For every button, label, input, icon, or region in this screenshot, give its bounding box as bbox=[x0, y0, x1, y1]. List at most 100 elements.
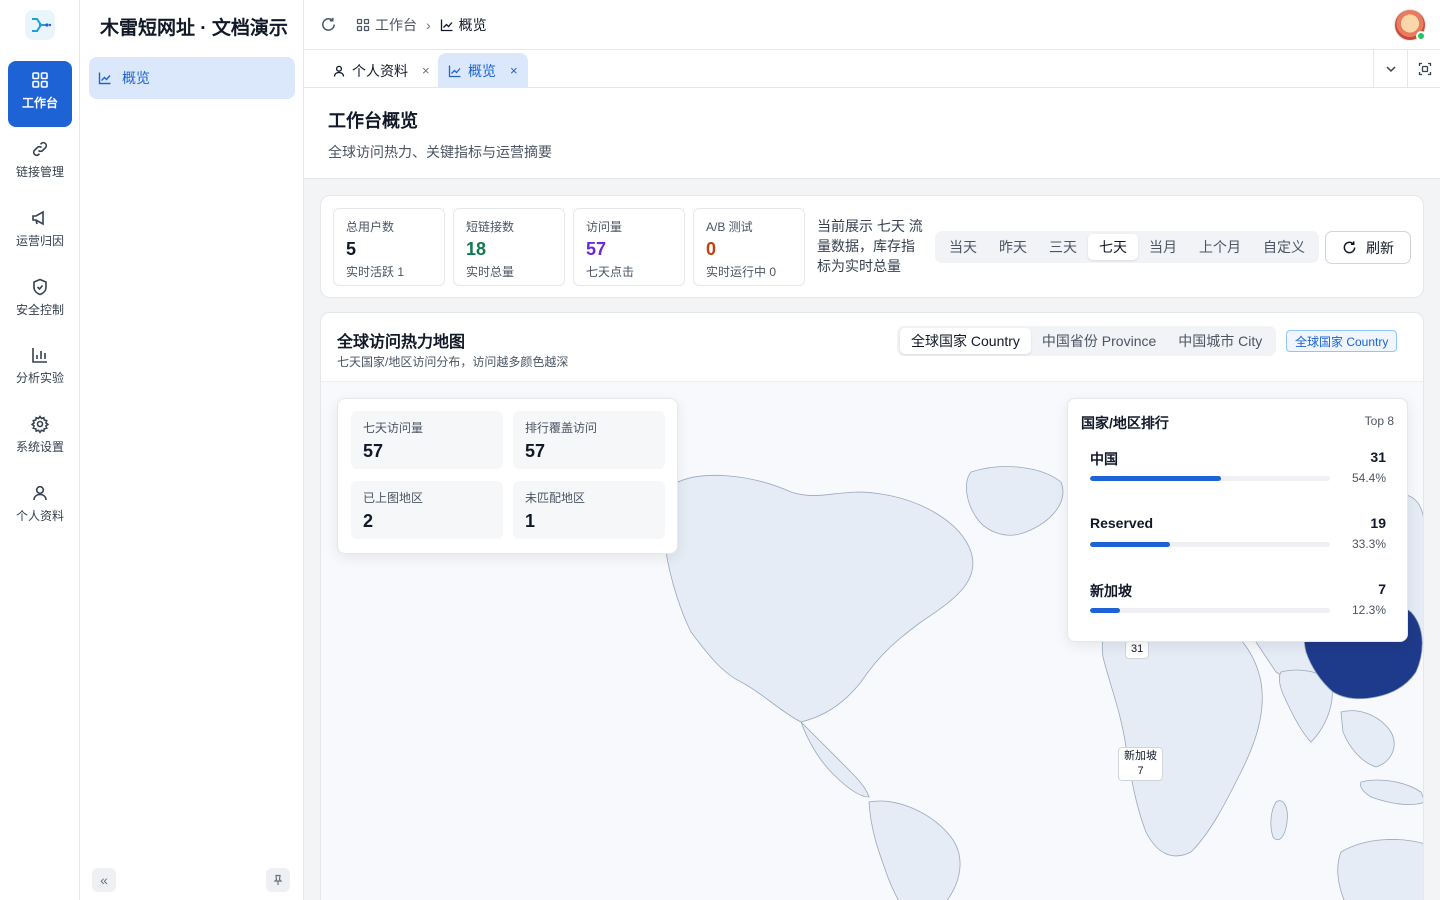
range-option[interactable]: 当月 bbox=[1138, 234, 1188, 260]
rail-item-security[interactable]: 安全控制 bbox=[8, 268, 72, 334]
overview-label: 七天访问量 bbox=[363, 421, 424, 435]
ranking-bar bbox=[1090, 476, 1330, 481]
ranking-count: 7 bbox=[1378, 581, 1386, 597]
rail-item-workbench[interactable]: 工作台 bbox=[8, 61, 72, 127]
madagascar-landmass bbox=[1270, 800, 1288, 841]
shield-icon bbox=[33, 278, 47, 296]
breadcrumb-item[interactable]: 工作台 bbox=[375, 15, 417, 35]
heatmap-card: 全球访问热力地图 七天国家/地区访问分布，访问越多颜色越深 全球国家 Count… bbox=[320, 312, 1424, 900]
sidebar-item-label: 概览 bbox=[122, 70, 150, 86]
range-option[interactable]: 上个月 bbox=[1188, 234, 1252, 260]
range-option[interactable]: 七天 bbox=[1088, 234, 1138, 260]
ranking-row[interactable]: 中国 31 54.4% bbox=[1090, 449, 1386, 509]
megaphone-icon bbox=[32, 210, 44, 226]
greenland-landmass bbox=[966, 466, 1064, 536]
refresh-button[interactable]: 刷新 bbox=[1325, 231, 1411, 264]
rail-item-settings[interactable]: 系统设置 bbox=[8, 405, 72, 471]
ranking-percent: 33.3% bbox=[1351, 537, 1386, 551]
reload-icon[interactable] bbox=[320, 16, 337, 33]
pin-sidebar-button[interactable] bbox=[266, 868, 290, 892]
scope-option[interactable]: 全球国家 Country bbox=[900, 328, 1031, 354]
page-subtitle: 全球访问热力、关键指标与运营摘要 bbox=[328, 144, 552, 160]
sidebar-item-overview[interactable]: 概览 bbox=[89, 57, 295, 99]
double-chevron-left-icon: « bbox=[100, 872, 108, 888]
stat-label: A/B 测试 bbox=[706, 220, 753, 234]
tab-label: 个人资料 bbox=[352, 62, 408, 79]
close-icon[interactable]: × bbox=[510, 63, 518, 78]
map-label-china: 31 bbox=[1125, 640, 1150, 659]
overview-value: 57 bbox=[525, 441, 546, 461]
stats-card: 总用户数 5 实时活跃 1 短链接数 18 实时总量 访问量 57 七天点击 A… bbox=[320, 195, 1424, 298]
rail-item-profile[interactable]: 个人资料 bbox=[8, 474, 72, 540]
scope-option[interactable]: 中国城市 City bbox=[1167, 328, 1273, 354]
scope-option[interactable]: 中国省份 Province bbox=[1031, 328, 1167, 354]
line-chart-icon bbox=[440, 19, 453, 32]
ranking-top: Top 8 bbox=[1364, 414, 1394, 428]
overview-label: 排行覆盖访问 bbox=[525, 421, 598, 435]
overview-value: 57 bbox=[363, 441, 384, 461]
tab-overview[interactable]: 概览 × bbox=[438, 53, 528, 88]
map-label-count: 31 bbox=[1131, 643, 1144, 655]
grid-icon bbox=[356, 18, 370, 32]
grid-icon bbox=[32, 72, 48, 88]
ranking-bar-fill bbox=[1090, 476, 1221, 481]
range-option[interactable]: 自定义 bbox=[1252, 234, 1316, 260]
user-icon bbox=[33, 485, 47, 501]
ranking-percent: 12.3% bbox=[1351, 603, 1386, 617]
range-option[interactable]: 当天 bbox=[938, 234, 988, 260]
map-label-name: 新加坡 bbox=[1124, 750, 1157, 762]
stat-label: 访问量 bbox=[586, 220, 623, 234]
rail-item-attribution[interactable]: 运营归因 bbox=[8, 199, 72, 265]
stat-value: 57 bbox=[586, 239, 607, 259]
ranking-row[interactable]: 新加坡 7 12.3% bbox=[1090, 581, 1386, 641]
ranking-bar-fill bbox=[1090, 542, 1170, 547]
ranking-count: 31 bbox=[1370, 449, 1386, 465]
rail-label: 系统设置 bbox=[15, 440, 64, 454]
map-scope-badge: 全球国家 Country bbox=[1286, 330, 1398, 352]
stat-value: 18 bbox=[466, 239, 487, 259]
rail-label: 运营归因 bbox=[15, 234, 64, 248]
tabs-dropdown-button[interactable] bbox=[1373, 50, 1407, 88]
range-option[interactable]: 三天 bbox=[1038, 234, 1088, 260]
page-title: 工作台概览 bbox=[328, 111, 418, 131]
tab-label: 概览 bbox=[468, 62, 496, 79]
tab-bar: 个人资料 × 概览 × bbox=[304, 50, 1440, 88]
icon-rail: 工作台 链接管理 运营归因 安全控制 分析实验 系统设置 个人资料 bbox=[0, 0, 80, 900]
pin-icon bbox=[273, 874, 283, 885]
australia-landmass bbox=[1337, 839, 1423, 900]
app-logo-icon[interactable] bbox=[25, 10, 55, 40]
stat-label: 短链接数 bbox=[466, 220, 515, 234]
avatar[interactable] bbox=[1394, 9, 1426, 41]
collapse-sidebar-button[interactable]: « bbox=[92, 868, 116, 892]
rail-label: 安全控制 bbox=[15, 303, 64, 317]
range-option[interactable]: 昨天 bbox=[988, 234, 1038, 260]
rail-item-links[interactable]: 链接管理 bbox=[8, 130, 72, 196]
stat-visits: 访问量 57 七天点击 bbox=[573, 208, 685, 286]
fullscreen-button[interactable] bbox=[1407, 50, 1440, 88]
rail-item-analytics[interactable]: 分析实验 bbox=[8, 336, 72, 402]
overview-seven-day-visits: 七天访问量 57 bbox=[351, 411, 503, 469]
rail-label: 分析实验 bbox=[15, 371, 64, 385]
stat-sub: 实时活跃 1 bbox=[346, 265, 405, 279]
time-range-selector: 当天 昨天 三天 七天 当月 上个月 自定义 bbox=[935, 231, 1319, 263]
region-ranking-card: 国家/地区排行 Top 8 中国 31 54.4% Reserved 19 33.3% 新加… bbox=[1067, 398, 1408, 642]
central-america-landmass bbox=[800, 721, 870, 798]
overview-ranked-visits: 排行覆盖访问 57 bbox=[513, 411, 665, 469]
rail-label: 个人资料 bbox=[15, 509, 64, 523]
overview-value: 1 bbox=[525, 511, 536, 531]
ranking-count: 19 bbox=[1370, 515, 1386, 531]
close-icon[interactable]: × bbox=[422, 63, 430, 78]
rail-label: 工作台 bbox=[21, 96, 58, 110]
ranking-percent: 54.4% bbox=[1351, 471, 1386, 485]
world-map[interactable]: 31 新加坡 7 七天访问量 57 排行覆盖访问 57 已上图地区 2 未匹配地… bbox=[321, 381, 1423, 900]
ranking-bar bbox=[1090, 608, 1330, 613]
ranking-row[interactable]: Reserved 19 33.3% bbox=[1090, 515, 1386, 575]
stat-sub: 实时运行中 0 bbox=[706, 265, 777, 279]
breadcrumb: 工作台 › 概览 bbox=[356, 15, 487, 35]
tab-profile[interactable]: 个人资料 × bbox=[322, 53, 440, 88]
page-header: 工作台概览 全球访问热力、关键指标与运营摘要 bbox=[304, 88, 1440, 179]
stat-sub: 七天点击 bbox=[586, 265, 635, 279]
line-chart-icon bbox=[98, 72, 111, 85]
stat-short-links: 短链接数 18 实时总量 bbox=[453, 208, 565, 286]
north-america-landmass bbox=[663, 474, 974, 723]
